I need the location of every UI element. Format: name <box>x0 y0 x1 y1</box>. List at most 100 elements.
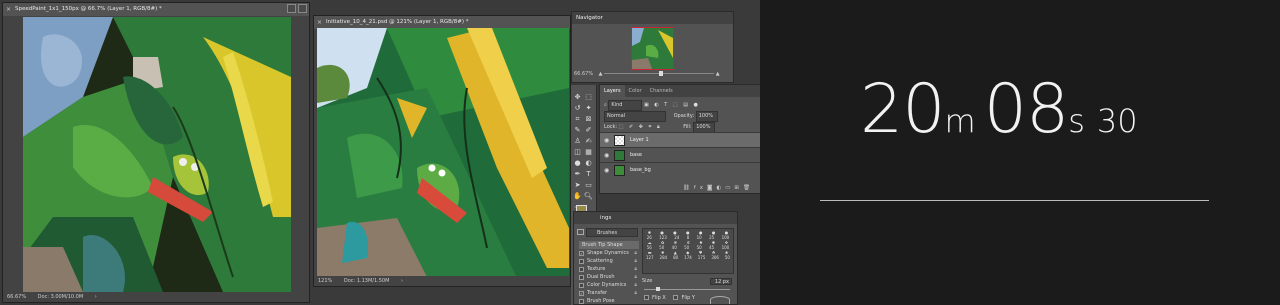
checkbox[interactable] <box>579 298 584 304</box>
brush-option[interactable]: ✓ Transfer 🔒︎ <box>579 289 639 297</box>
pen-tool-icon[interactable]: ✒ <box>573 169 583 179</box>
document-window-speedpaint[interactable]: × SpeedPaint_1x1_150px @ 66.7% (Layer 1,… <box>2 2 310 303</box>
zoom-out-icon[interactable]: ▲ <box>599 71 603 77</box>
eye-icon[interactable]: ◉ <box>604 133 609 148</box>
gradient-tool-icon[interactable]: ▦ <box>584 147 594 157</box>
layer-name[interactable]: base <box>630 148 642 163</box>
size-field[interactable]: 12 px <box>710 278 732 285</box>
opacity-field[interactable]: 100% <box>695 111 718 122</box>
tab-layers[interactable]: Layers <box>600 85 625 97</box>
brush-tool-icon[interactable]: ✐ <box>584 125 594 135</box>
eraser-tool-icon[interactable]: ◫ <box>573 147 583 157</box>
maximize-icon[interactable] <box>298 4 307 13</box>
crop-tool-icon[interactable]: ⌗ <box>573 114 583 124</box>
delete-layer-icon[interactable]: 🗑︎ <box>743 185 754 191</box>
lock-icons[interactable]: ⬚ ✐ ✥ ⌗ 🔒︎ <box>619 124 662 130</box>
stamp-tool-icon[interactable]: ♙ <box>573 136 583 146</box>
zoom-tool-icon[interactable]: 🔍︎ <box>584 191 594 201</box>
brush-settings-title[interactable]: ings <box>600 215 611 221</box>
eye-icon[interactable]: ◉ <box>604 163 609 178</box>
size-slider[interactable] <box>644 287 730 291</box>
doc2-docsize: Doc: 1.13M/1.50M <box>343 278 390 284</box>
inflatable-photo <box>317 28 569 277</box>
link-layers-icon[interactable]: ⛓ <box>683 185 694 191</box>
checkbox[interactable]: ✓ <box>579 290 584 296</box>
new-layer-icon[interactable]: ⊞ <box>734 185 743 191</box>
lock-icon[interactable]: 🔒︎ <box>634 274 637 280</box>
size-label: Size <box>642 278 653 284</box>
brushes-button[interactable]: Brushes <box>586 228 638 237</box>
brushes-button-label: Brushes <box>597 230 618 236</box>
kind-filter-dropdown[interactable]: Kind <box>608 100 643 111</box>
marquee-tool-icon[interactable]: ⬚ <box>584 92 594 102</box>
flip-y-checkbox[interactable] <box>673 295 679 300</box>
brush-angle-preview[interactable] <box>710 296 730 304</box>
chevron-right-icon[interactable]: › <box>401 278 403 284</box>
document-window-initiative[interactable]: × Initiative_10_4_21.psd @ 121% (Layer 1… <box>313 15 571 287</box>
checkbox[interactable] <box>579 282 584 288</box>
blur-tool-icon[interactable]: ● <box>573 158 583 168</box>
doc1-titlebar[interactable]: × SpeedPaint_1x1_150px @ 66.7% (Layer 1,… <box>3 3 309 16</box>
eyedropper-tool-icon[interactable]: ✎ <box>573 125 583 135</box>
navigator-thumbnail[interactable] <box>631 27 674 70</box>
brush-option[interactable]: ✓ Shape Dynamics 🔒︎ <box>579 249 639 257</box>
rectangle-tool-icon[interactable]: ▭ <box>584 180 594 190</box>
doc2-zoom[interactable]: 121% <box>318 278 332 284</box>
brush-option[interactable]: Scattering 🔒︎ <box>579 257 639 265</box>
close-icon[interactable]: × <box>6 3 11 16</box>
path-selection-tool-icon[interactable]: ➤ <box>573 180 583 190</box>
checkbox[interactable] <box>579 258 584 264</box>
size-slider-handle[interactable] <box>656 287 660 291</box>
adjustment-layer-icon[interactable]: ◐ <box>716 185 725 191</box>
brush-option[interactable]: Brush Pose <box>579 297 639 305</box>
layer-row[interactable]: ◉ base <box>600 147 762 162</box>
minimize-icon[interactable] <box>287 4 296 13</box>
history-brush-tool-icon[interactable]: ✍ <box>584 136 594 146</box>
toggle-brush-panel-icon[interactable] <box>577 229 584 235</box>
hand-tool-icon[interactable]: ✋ <box>573 191 583 201</box>
dodge-tool-icon[interactable]: ◐ <box>584 158 594 168</box>
lock-icon[interactable]: 🔒︎ <box>634 266 637 272</box>
navigator-zoom-value[interactable]: 66.67% <box>574 71 593 77</box>
checkbox[interactable] <box>579 274 584 280</box>
lock-icon[interactable]: 🔒︎ <box>634 250 637 256</box>
checkbox[interactable]: ✓ <box>579 250 584 256</box>
eye-icon[interactable]: ◉ <box>604 148 609 163</box>
photo-canvas[interactable] <box>317 28 569 277</box>
layer-name[interactable]: base_bg <box>630 163 651 178</box>
frame-tool-icon[interactable]: ⊠ <box>584 114 594 124</box>
lock-icon[interactable]: 🔒︎ <box>634 290 637 296</box>
lock-icon[interactable]: 🔒︎ <box>634 282 637 288</box>
flip-row: Flip X Flip Y <box>644 294 734 304</box>
filter-icons[interactable]: ▣ ◐ T ⬚ ▤ ● <box>644 102 700 108</box>
fill-label: Fill: <box>683 124 692 130</box>
zoom-in-icon[interactable]: ▲ <box>716 71 720 77</box>
type-tool-icon[interactable]: T <box>584 169 594 179</box>
layers-footer: ⛓fx◙◐▭⊞🗑︎ <box>600 183 762 193</box>
brush-option[interactable]: Dual Brush 🔒︎ <box>579 273 639 281</box>
blend-mode-dropdown[interactable]: Normal <box>604 111 666 122</box>
painting-canvas[interactable] <box>23 17 291 292</box>
layer-row[interactable]: ◉ base_bg <box>600 162 762 177</box>
chevron-right-icon[interactable]: › <box>95 294 97 300</box>
checkbox[interactable] <box>579 266 584 272</box>
layer-row[interactable]: ◉ Layer 1 <box>600 132 762 147</box>
layer-name[interactable]: Layer 1 <box>630 133 649 148</box>
magic-wand-tool-icon[interactable]: ✦ <box>584 103 594 113</box>
add-mask-icon[interactable]: ◙ <box>707 185 716 191</box>
flip-x-checkbox[interactable] <box>644 295 649 300</box>
search-icon: ⌕ <box>604 102 607 108</box>
brush-option[interactable]: Texture 🔒︎ <box>579 265 639 273</box>
navigator-zoom-slider[interactable] <box>604 71 715 76</box>
doc1-zoom[interactable]: 66.67% <box>7 294 26 300</box>
lasso-tool-icon[interactable]: ↺ <box>573 103 583 113</box>
fx-icon[interactable]: fx <box>694 185 707 191</box>
move-tool-icon[interactable]: ✥ <box>573 92 583 102</box>
navigator-header[interactable]: Navigator <box>572 12 733 24</box>
navigator-slider-handle[interactable] <box>659 71 664 76</box>
lock-icon[interactable]: 🔒︎ <box>634 258 637 264</box>
tab-color[interactable]: Color <box>625 85 646 97</box>
tab-channels[interactable]: Channels <box>646 85 677 97</box>
brush-option[interactable]: Color Dynamics 🔒︎ <box>579 281 639 289</box>
brush-option[interactable]: Brush Tip Shape <box>579 241 639 249</box>
